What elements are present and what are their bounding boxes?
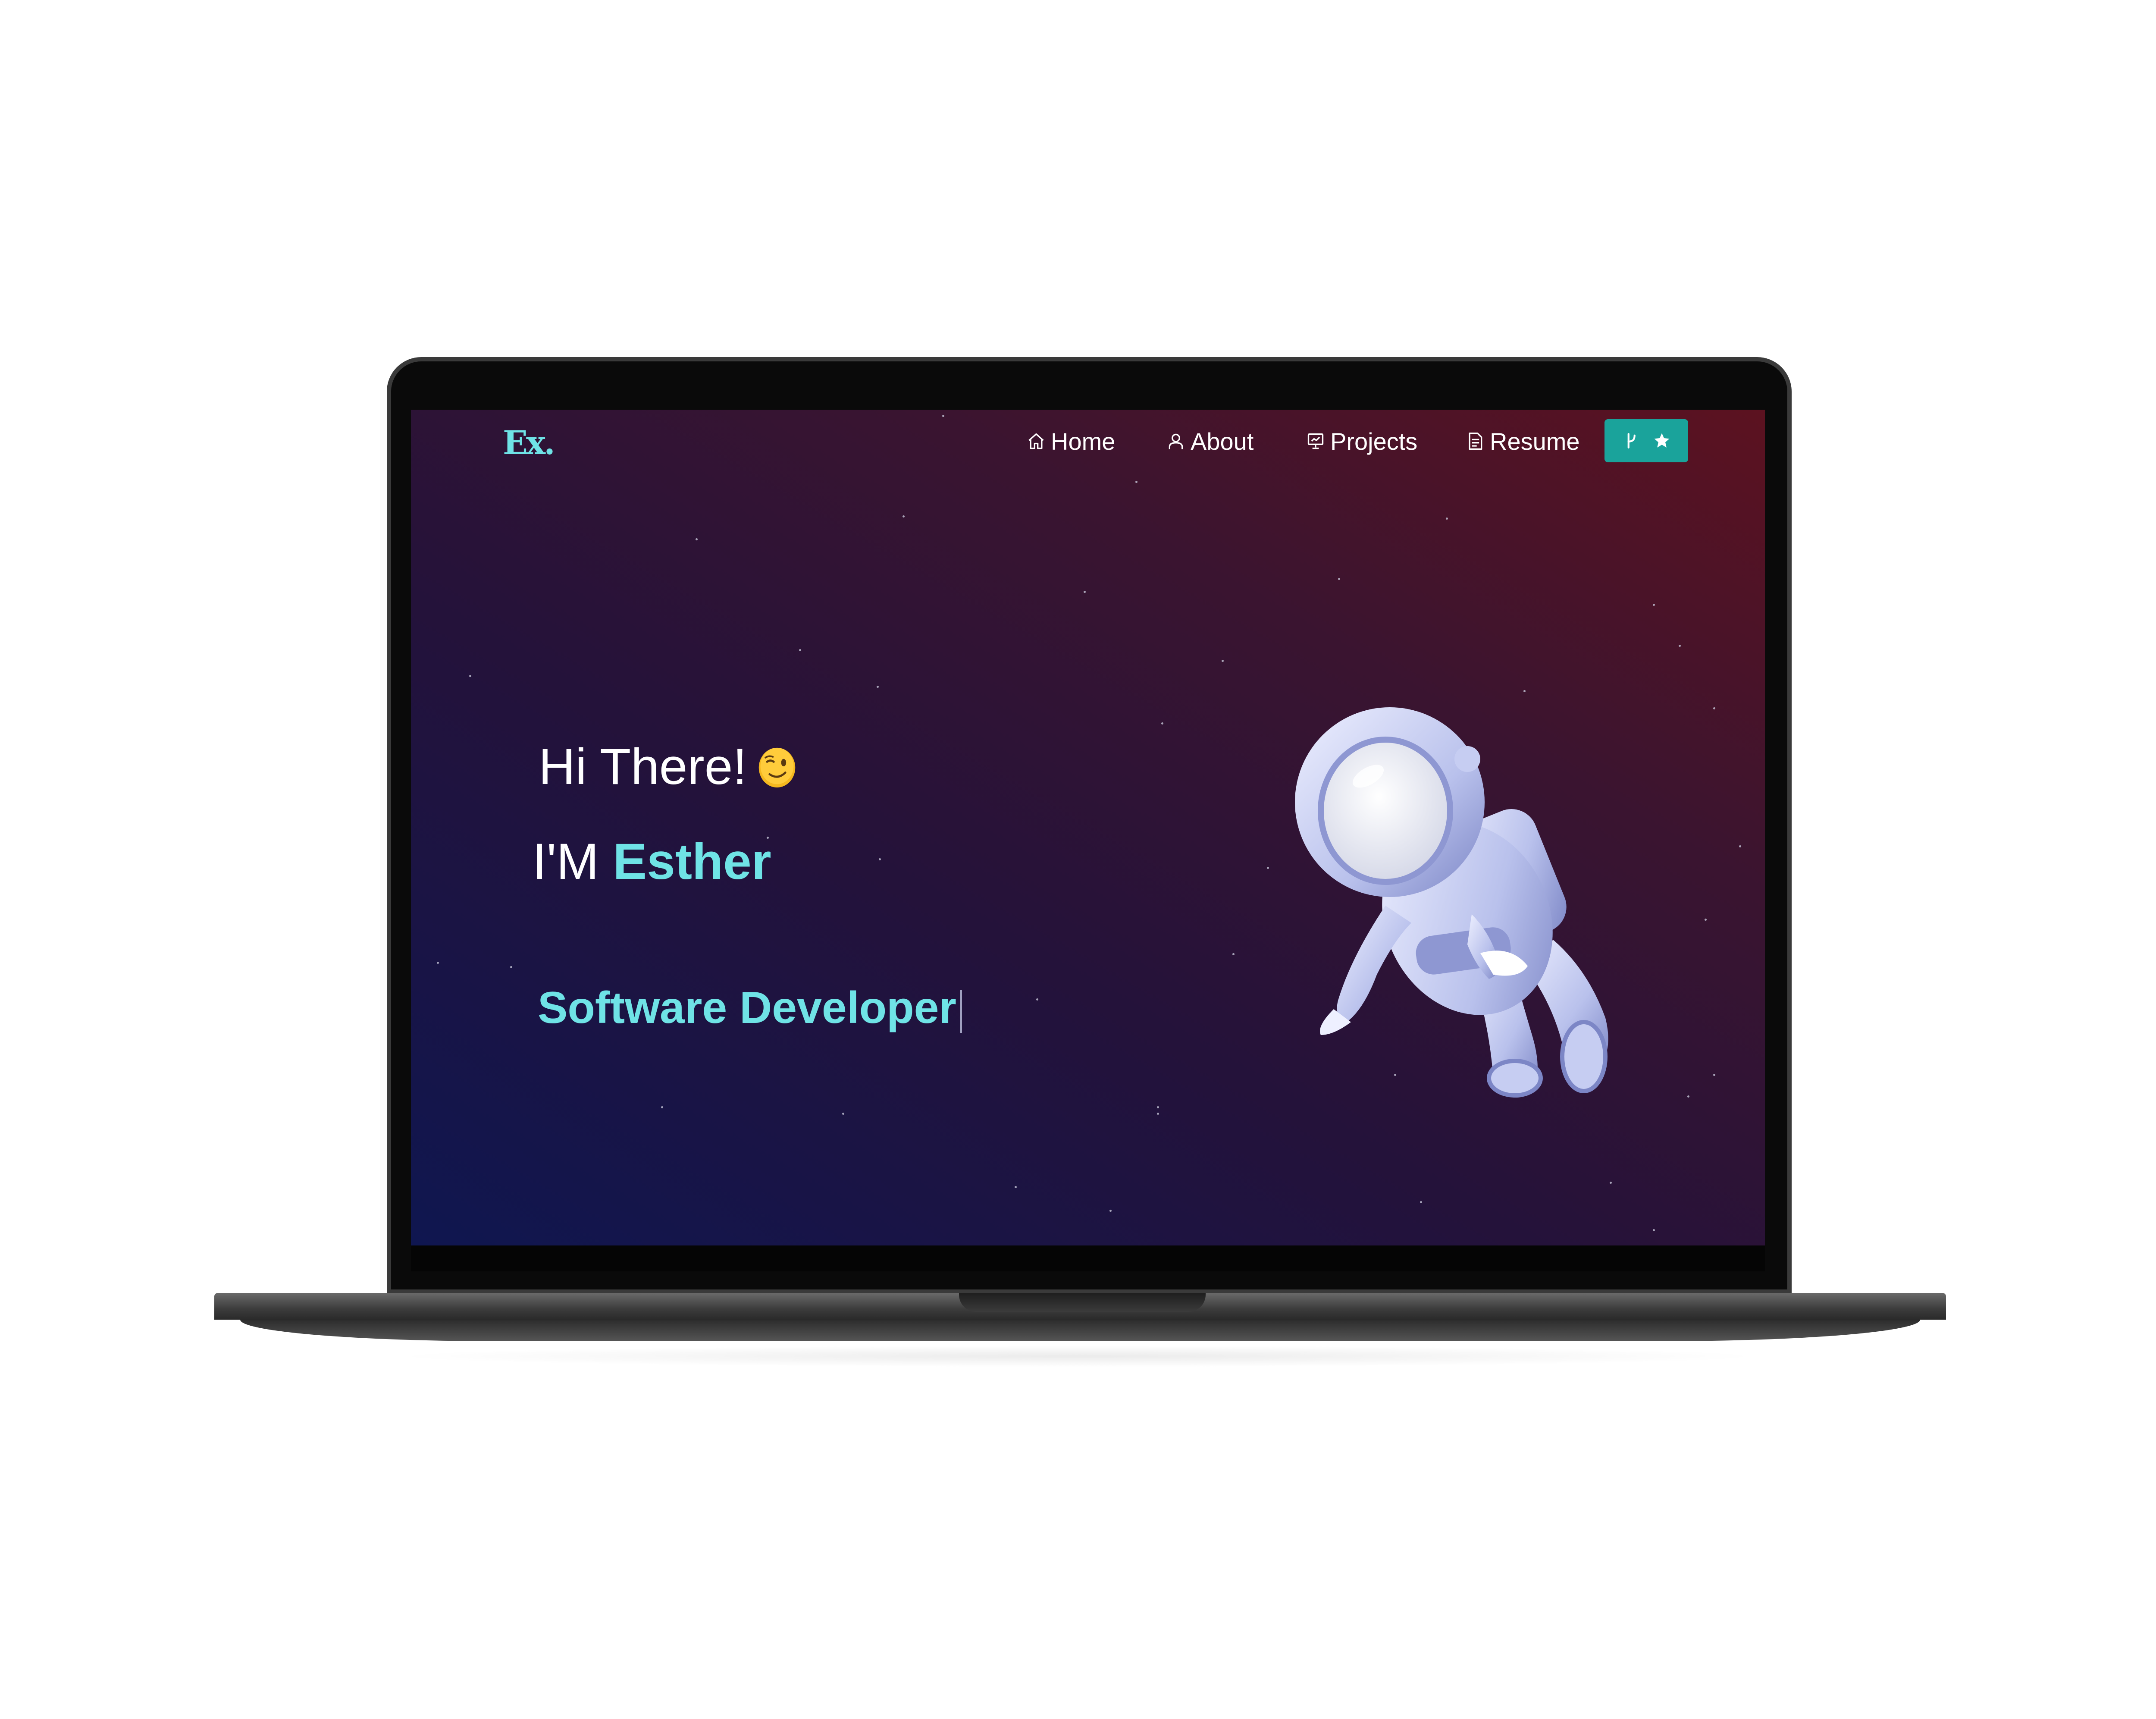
laptop-mockup-stage: Ex. Home About Projects Resume Hi There!…	[0, 0, 2156, 1719]
star	[1713, 1074, 1715, 1076]
star	[1109, 1210, 1112, 1212]
star	[510, 966, 512, 968]
star	[1713, 707, 1715, 709]
star	[1705, 919, 1707, 921]
star-icon	[1654, 433, 1670, 448]
laptop-lid-notch	[959, 1293, 1206, 1312]
hero-role: Software Developer	[538, 982, 962, 1034]
star	[1157, 1106, 1159, 1108]
star	[799, 649, 801, 651]
document-icon	[1469, 433, 1482, 450]
star	[1739, 845, 1741, 847]
star	[469, 675, 471, 677]
hero-intro-prefix: I'M	[533, 833, 599, 890]
star	[1653, 604, 1655, 606]
star	[1015, 1186, 1017, 1188]
nav-resume[interactable]: Resume	[1466, 426, 1580, 456]
hero-greeting: Hi There!	[539, 737, 798, 796]
star	[1338, 578, 1340, 580]
nav-resume-label: Resume	[1490, 427, 1580, 455]
hero-name: Esther	[613, 833, 771, 890]
nav-projects[interactable]: Projects	[1306, 426, 1417, 456]
home-icon	[1028, 433, 1044, 449]
nav-home-label: Home	[1051, 427, 1116, 455]
hero-intro: I'M Esther	[533, 832, 771, 891]
star	[1446, 518, 1448, 520]
star	[1084, 591, 1086, 593]
star	[1610, 1182, 1612, 1184]
git-fork-icon	[1627, 433, 1636, 449]
nav-about-label: About	[1191, 427, 1254, 455]
star	[437, 962, 439, 964]
star	[1653, 1229, 1655, 1231]
typing-cursor	[960, 989, 962, 1033]
astronaut-illustration	[1295, 707, 1608, 1098]
nav-home[interactable]: Home	[1027, 426, 1115, 456]
star	[661, 1106, 663, 1108]
logo[interactable]: Ex.	[503, 423, 555, 462]
laptop-screen: Ex. Home About Projects Resume Hi There!…	[411, 410, 1765, 1245]
star	[842, 1113, 844, 1115]
star	[903, 515, 905, 518]
github-fork-star-button[interactable]	[1604, 419, 1688, 462]
hero-role-text: Software Developer	[538, 983, 956, 1033]
star	[1036, 998, 1038, 1001]
laptop-base-underside	[240, 1320, 1920, 1341]
star	[1135, 481, 1138, 483]
star	[1679, 645, 1681, 647]
laptop-bezel-bottom	[411, 1245, 1765, 1271]
nav-projects-label: Projects	[1330, 427, 1418, 455]
star	[1157, 1113, 1159, 1115]
star	[696, 538, 698, 540]
star	[1161, 722, 1163, 725]
star	[879, 858, 881, 860]
star	[1420, 1201, 1422, 1203]
winking-face-icon	[758, 747, 796, 787]
star	[1232, 953, 1235, 955]
hero-greeting-text: Hi There!	[539, 738, 747, 795]
presentation-icon	[1307, 433, 1324, 449]
laptop-shadow	[388, 1346, 1768, 1367]
star	[1687, 1095, 1689, 1098]
star	[1222, 660, 1224, 662]
nav-about[interactable]: About	[1166, 426, 1253, 456]
navbar: Ex. Home About Projects Resume	[411, 414, 1765, 462]
star	[877, 686, 879, 688]
user-icon	[1169, 433, 1183, 449]
star	[1267, 867, 1269, 869]
